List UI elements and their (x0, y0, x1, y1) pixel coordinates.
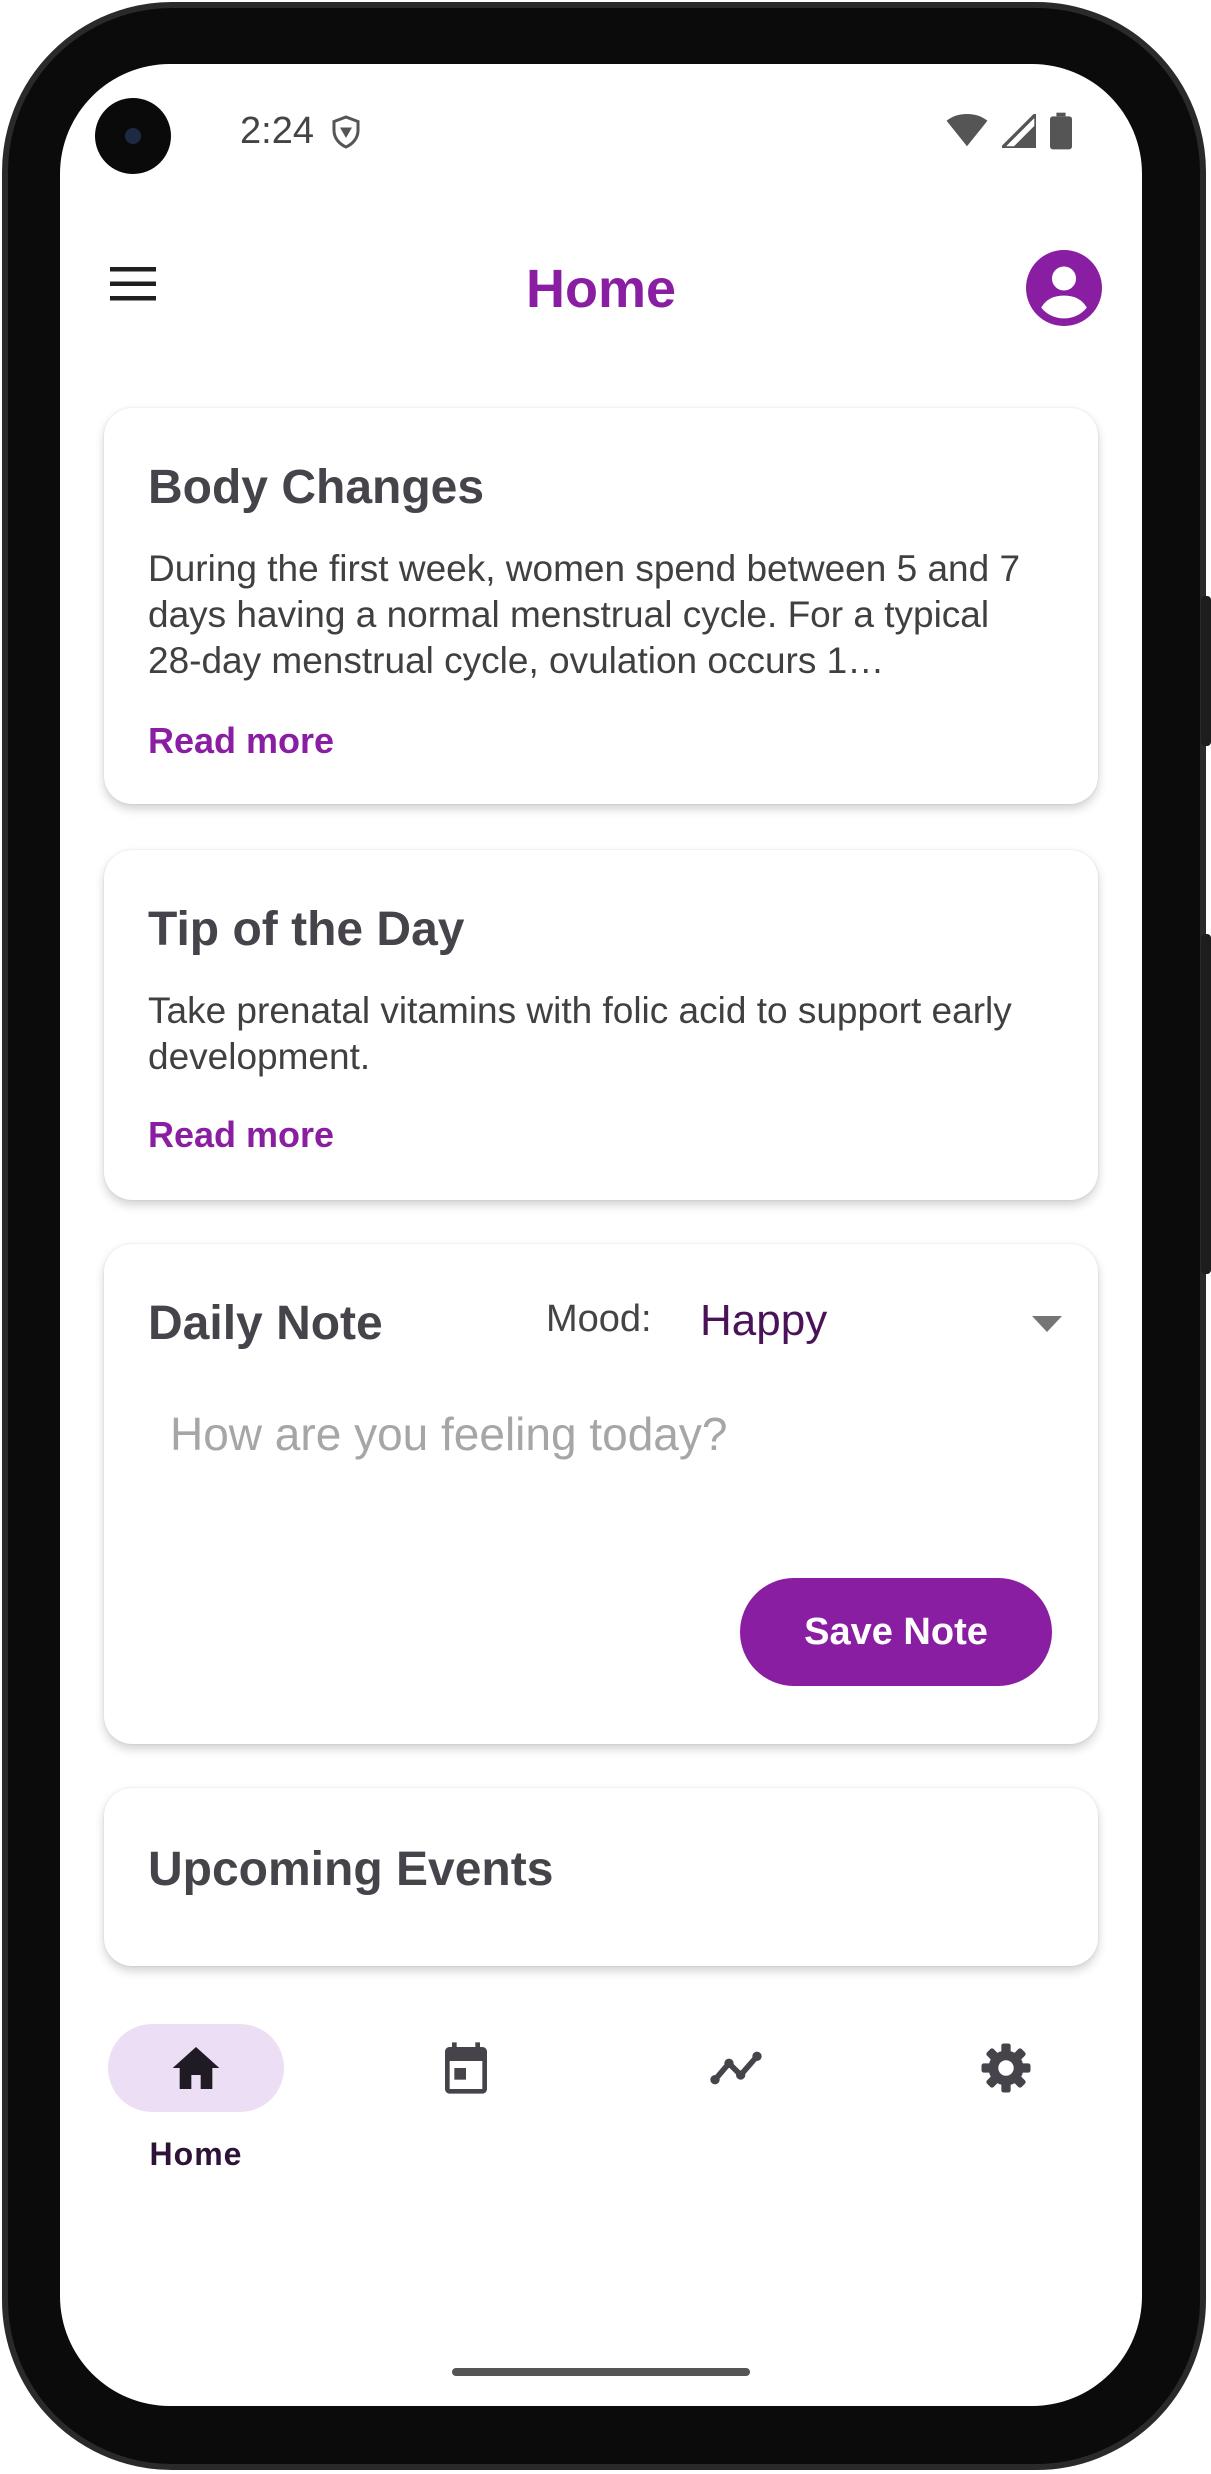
dropdown-arrow-icon (1032, 1316, 1062, 1332)
calendar-icon (445, 2042, 487, 2094)
cellular-signal-icon (1002, 114, 1036, 148)
gesture-home-indicator[interactable] (452, 2368, 750, 2376)
upcoming-events-title: Upcoming Events (148, 1843, 554, 1896)
daily-note-input[interactable] (148, 1374, 1048, 1494)
tip-of-day-card: Tip of the Day Take prenatal vitamins wi… (104, 850, 1098, 1200)
volume-button (1201, 934, 1211, 1274)
trend-icon (710, 2051, 762, 2085)
device: 2:24 Home Body Changes During the first … (0, 0, 1211, 2474)
status-icons (946, 112, 1072, 150)
save-note-button[interactable]: Save Note (740, 1578, 1052, 1686)
upcoming-events-card: Upcoming Events (104, 1788, 1098, 1966)
nav-item-home[interactable]: Home (96, 2024, 296, 2224)
account-circle-icon[interactable] (1026, 250, 1102, 326)
mood-label: Mood: (546, 1298, 652, 1340)
front-camera (95, 98, 171, 174)
daily-note-title: Daily Note (148, 1297, 383, 1350)
nav-item-stats[interactable] (636, 2024, 836, 2224)
vpn-shield-icon (332, 115, 360, 149)
daily-note-card: Daily Note Mood: Happy Save Note (104, 1244, 1098, 1744)
battery-icon (1050, 112, 1072, 150)
nav-item-calendar[interactable] (366, 2024, 566, 2224)
tip-of-day-text: Take prenatal vitamins with folic acid t… (148, 990, 1012, 1077)
home-icon (172, 2047, 220, 2089)
gear-icon (981, 2043, 1031, 2093)
nav-item-settings[interactable] (906, 2024, 1106, 2224)
mood-value: Happy (700, 1296, 828, 1345)
tip-of-day-title: Tip of the Day (148, 903, 465, 956)
page-title: Home (525, 259, 677, 319)
body-changes-card: Body Changes During the first week, wome… (104, 408, 1098, 804)
screen: 2:24 Home Body Changes During the first … (60, 64, 1142, 2406)
tip-of-day-read-more[interactable]: Read more (148, 1114, 334, 1156)
bottom-navigation: Home (60, 2024, 1142, 2224)
body-changes-text: During the first week, women spend betwe… (148, 548, 1021, 681)
body-changes-title: Body Changes (148, 461, 485, 514)
power-button (1201, 596, 1211, 746)
mood-dropdown[interactable]: Happy (700, 1274, 1064, 1370)
nav-label-home: Home (149, 2136, 243, 2172)
body-changes-read-more[interactable]: Read more (148, 720, 334, 762)
status-time: 2:24 (240, 110, 314, 152)
wifi-icon (946, 114, 988, 147)
